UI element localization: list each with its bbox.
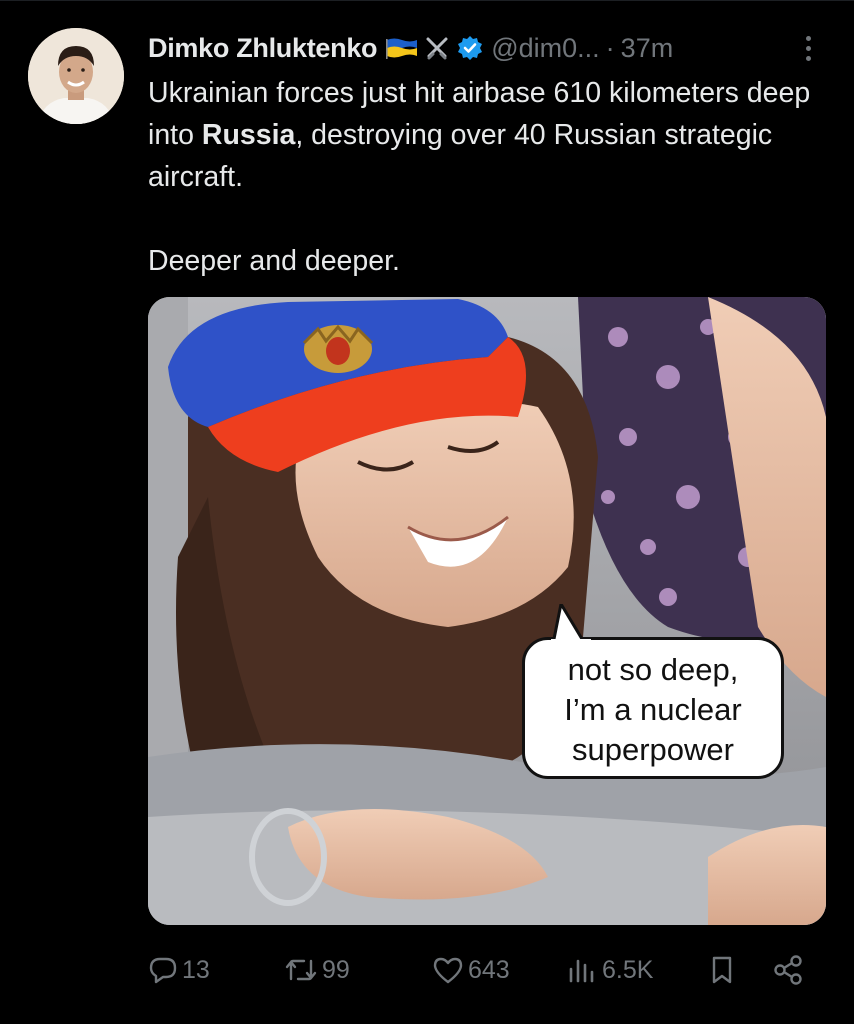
emblem	[302, 324, 374, 373]
views-button[interactable]: 6.5K	[566, 948, 653, 992]
tweet-header: Dimko Zhluktenko @dim0... · 37m	[148, 30, 673, 66]
tweet-paragraph-1: Ukrainian forces just hit airbase 610 ki…	[148, 72, 838, 198]
like-button[interactable]: 643	[432, 948, 510, 992]
tweet-paragraph-2: Deeper and deeper.	[148, 245, 400, 277]
author-name[interactable]: Dimko Zhluktenko	[148, 33, 378, 64]
ukraine-flag-icon	[385, 36, 419, 60]
more-dot	[805, 35, 811, 41]
repost-button[interactable]: 99	[284, 948, 350, 992]
bookmark-button[interactable]	[708, 948, 740, 992]
caption-line-3: superpower	[572, 732, 734, 767]
tweet-text: Ukrainian forces just hit airbase 610 ki…	[148, 72, 838, 282]
share-button[interactable]	[772, 948, 808, 992]
top-divider	[0, 0, 854, 1]
more-dot	[805, 45, 811, 51]
separator-dot: ·	[605, 32, 615, 63]
reply-icon	[149, 957, 177, 984]
like-count: 643	[468, 955, 510, 984]
speech-bubble: not so deep, I’m a nuclear superpower	[522, 604, 784, 779]
verified-badge-icon	[457, 35, 483, 61]
caption-line-2: I’m a nuclear	[564, 692, 742, 727]
more-icon[interactable]	[794, 30, 822, 66]
share-icon	[774, 955, 802, 985]
repost-icon	[285, 959, 317, 981]
avatar[interactable]	[28, 28, 124, 124]
crossed-swords-icon	[423, 34, 451, 62]
timestamp[interactable]: 37m	[621, 33, 674, 64]
like-icon	[433, 957, 463, 984]
tweet-image[interactable]: not so deep, I’m a nuclear superpower	[148, 297, 826, 925]
author-handle[interactable]: @dim0...	[491, 33, 599, 64]
caption-line-1: not so deep,	[567, 652, 739, 687]
action-bar: 13 99 643 6.5K	[148, 948, 828, 992]
more-dot	[805, 55, 811, 61]
reply-count: 13	[182, 955, 210, 984]
views-count: 6.5K	[602, 955, 654, 984]
views-icon	[569, 959, 594, 983]
repost-count: 99	[322, 955, 350, 984]
tweet-text-bold: Russia	[201, 119, 296, 151]
bookmark-icon	[712, 956, 732, 984]
reply-button[interactable]: 13	[148, 948, 210, 992]
